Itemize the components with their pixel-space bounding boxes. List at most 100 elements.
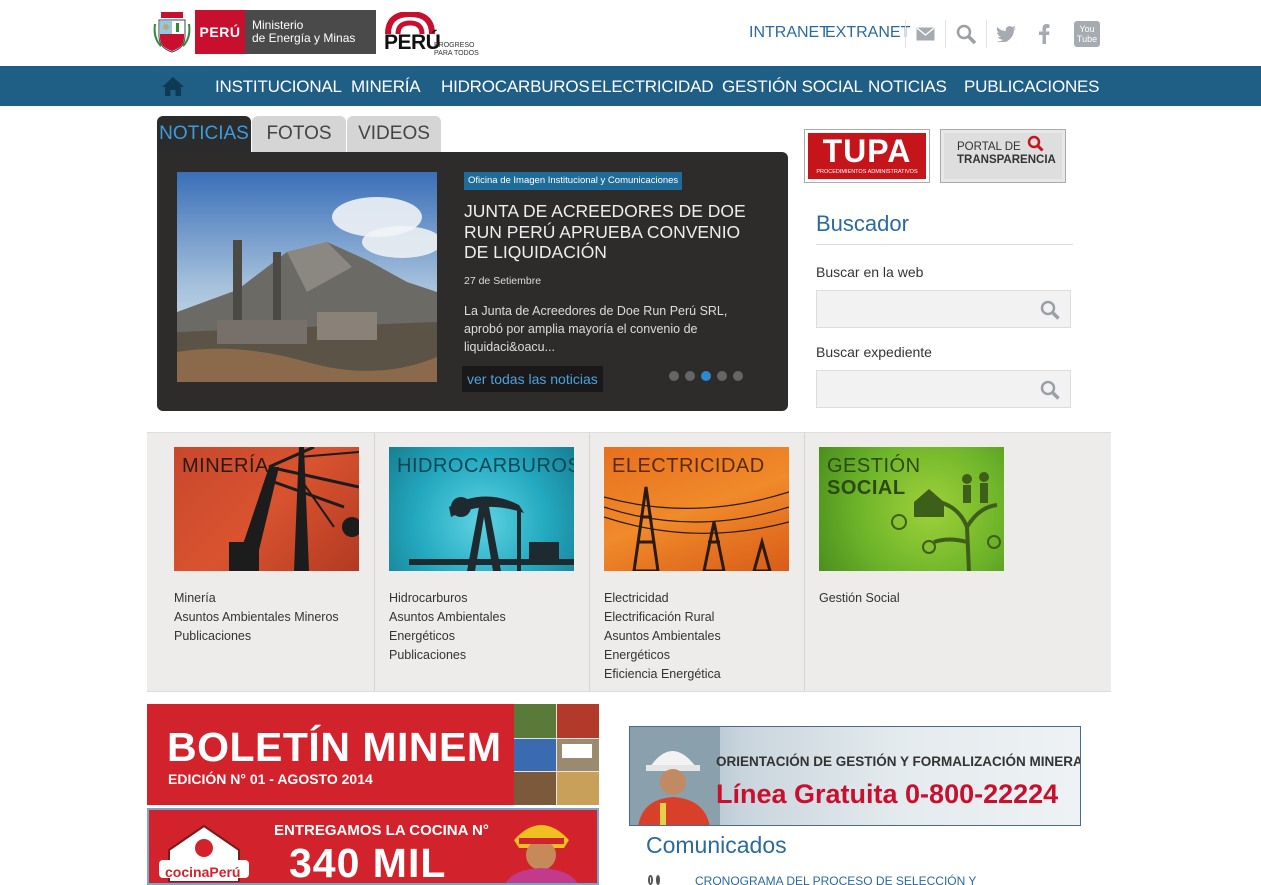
news-photo[interactable] xyxy=(177,172,437,382)
sector-categories: MINERÍA Minería Asuntos Ambientales Mine… xyxy=(147,432,1111,692)
gestion-social-category-image[interactable]: GESTIÓN SOCIAL xyxy=(819,447,1004,571)
mineria-links: Minería Asuntos Ambientales Mineros Publ… xyxy=(174,589,339,646)
cocina-peru-banner[interactable]: cocinaPerú ENTREGAMOS LA COCINA N° 340 M… xyxy=(147,808,599,885)
link-energeticos-electricidad[interactable]: Energéticos xyxy=(604,646,721,665)
news-description: La Junta de Acreedores de Doe Run Perú S… xyxy=(464,304,728,354)
mail-icon[interactable] xyxy=(913,22,937,46)
tupa-title: TUPA xyxy=(822,133,912,169)
peru-label: PERÚ xyxy=(199,24,241,40)
slider-dot[interactable] xyxy=(733,371,743,381)
slider-dots xyxy=(669,371,743,381)
site-header: PERÚ Ministerio de Energía y Minas PERÚ … xyxy=(0,0,1261,66)
nav-item-hidrocarburos[interactable]: HIDROCARBUROS xyxy=(441,77,590,97)
search-web-field[interactable] xyxy=(816,290,1071,328)
transparency-portal-banner[interactable]: PORTAL DE TRANSPARENCIA xyxy=(940,129,1066,183)
cocina-headline: ENTREGAMOS LA COCINA N° xyxy=(274,822,489,839)
home-icon[interactable] xyxy=(161,75,185,97)
search-web-input[interactable] xyxy=(817,291,1027,327)
slider-dot[interactable] xyxy=(717,371,727,381)
link-eficiencia-energetica[interactable]: Eficiencia Energética xyxy=(604,665,721,684)
link-publicaciones-mineria[interactable]: Publicaciones xyxy=(174,627,339,646)
nav-item-mineria[interactable]: MINERÍA xyxy=(351,77,421,97)
cocina-number: 340 MIL xyxy=(289,840,447,885)
link-mineria[interactable]: Minería xyxy=(174,589,339,608)
search-title-underline xyxy=(816,244,1073,245)
link-asuntos-ambientales-electricidad[interactable]: Asuntos Ambientales xyxy=(604,627,721,646)
electricidad-links: Electricidad Electrificación Rural Asunt… xyxy=(604,589,721,684)
link-publicaciones-hidrocarburos[interactable]: Publicaciones xyxy=(389,646,506,665)
linea-gratuita-banner[interactable]: ORIENTACIÓN DE GESTIÓN Y FORMALIZACIÓN M… xyxy=(629,726,1081,826)
nav-item-institucional[interactable]: INSTITUCIONAL xyxy=(215,77,342,97)
marca-name: PERÚ xyxy=(384,31,441,54)
main-nav: INSTITUCIONAL MINERÍA HIDROCARBUROS ELEC… xyxy=(0,66,1261,106)
mineria-category-image[interactable]: MINERÍA xyxy=(174,447,359,571)
nav-item-electricidad[interactable]: ELECTRICIDAD xyxy=(591,77,713,97)
tab-fotos[interactable]: FOTOS xyxy=(252,116,346,152)
boletin-minem-banner[interactable]: BOLETÍN MINEM EDICIÓN N° 01 - AGOSTO 201… xyxy=(147,704,599,805)
category-divider xyxy=(374,433,375,691)
boletin-title: BOLETÍN MINEM xyxy=(167,724,502,770)
slider-dot[interactable] xyxy=(669,371,679,381)
link-asuntos-ambientales-hidrocarburos[interactable]: Asuntos Ambientales xyxy=(389,608,506,627)
transparency-line2: TRANSPARENCIA xyxy=(957,154,1056,166)
search-file-button-icon[interactable] xyxy=(1040,380,1060,400)
category-divider xyxy=(804,433,805,691)
nav-item-publicaciones[interactable]: PUBLICACIONES xyxy=(964,77,1100,97)
news-title[interactable]: JUNTA DE ACREEDORES DE DOE RUN PERÚ APRU… xyxy=(464,201,764,263)
search-file-field[interactable] xyxy=(816,370,1071,408)
coat-of-arms-icon xyxy=(153,12,191,53)
magnifier-icon xyxy=(1027,135,1044,152)
hidrocarburos-category-image[interactable]: HIDROCARBUROS xyxy=(389,447,574,571)
comunicados-title: Comunicados xyxy=(646,832,787,858)
extranet-link[interactable]: EXTRANET xyxy=(825,24,910,42)
marca-tagline: PROGRESO PARA TODOS xyxy=(434,42,479,57)
tab-noticias[interactable]: NOTICIAS xyxy=(157,116,251,152)
slider-dot-active[interactable] xyxy=(701,371,711,381)
boletin-edition: EDICIÓN N° 01 - AGOSTO 2014 xyxy=(168,771,373,787)
tupa-subtitle: PROCEDIMIENTOS ADMINISTRATIVOS xyxy=(816,169,918,175)
search-file-label: Buscar expediente xyxy=(816,344,932,360)
search-box-title: Buscador xyxy=(816,211,909,236)
link-hidrocarburos[interactable]: Hidrocarburos xyxy=(389,589,506,608)
all-news-link[interactable]: ver todas las noticias xyxy=(462,366,603,392)
twitter-icon[interactable] xyxy=(994,22,1018,46)
ministry-line2: de Energía y Minas xyxy=(252,31,356,45)
hidrocarburos-links: Hidrocarburos Asuntos Ambientales Energé… xyxy=(389,589,506,665)
ministry-logo-block[interactable]: Ministerio de Energía y Minas xyxy=(245,10,376,54)
gestion-social-links: Gestión Social xyxy=(819,589,900,608)
header-divider xyxy=(905,20,906,48)
mineria-category-title: MINERÍA xyxy=(182,455,269,477)
header-divider xyxy=(986,20,987,48)
nav-item-gestion-social[interactable]: GESTIÓN SOCIAL xyxy=(722,77,863,97)
news-date: 27 de Setiembre xyxy=(464,275,542,287)
comunicado-bullet-icon xyxy=(648,875,660,885)
cocina-brand: cocinaPerú xyxy=(165,864,241,880)
comunicado-item-link[interactable]: CRONOGRAMA DEL PROCESO DE SELECCIÓN Y xyxy=(695,874,976,885)
nav-item-noticias[interactable]: NOTICIAS xyxy=(868,77,947,97)
search-icon[interactable] xyxy=(954,22,978,46)
header-divider xyxy=(945,20,946,48)
link-asuntos-ambientales-mineros[interactable]: Asuntos Ambientales Mineros xyxy=(174,608,339,627)
news-category-badge: Oficina de Imagen Institucional y Comuni… xyxy=(464,172,683,190)
electricidad-category-image[interactable]: ELECTRICIDAD xyxy=(604,447,789,571)
link-electricidad[interactable]: Electricidad xyxy=(604,589,721,608)
intranet-link[interactable]: INTRANET xyxy=(749,24,829,42)
search-web-label: Buscar en la web xyxy=(816,264,924,280)
tupa-banner[interactable]: TUPA PROCEDIMIENTOS ADMINISTRATIVOS xyxy=(804,129,930,183)
youtube-icon[interactable]: You Tube xyxy=(1074,21,1100,47)
electricidad-category-title: ELECTRICIDAD xyxy=(612,455,765,477)
link-electrificacion-rural[interactable]: Electrificación Rural xyxy=(604,608,721,627)
boletin-photo-collage xyxy=(514,704,599,805)
search-file-input[interactable] xyxy=(817,371,1027,407)
linea-phone: Línea Gratuita 0-800-22224 xyxy=(716,779,1059,809)
tab-videos[interactable]: VIDEOS xyxy=(347,116,441,152)
category-divider xyxy=(589,433,590,691)
slider-dot[interactable] xyxy=(685,371,695,381)
marca-peru-logo[interactable]: PERÚ PROGRESO PARA TODOS xyxy=(384,12,504,57)
link-gestion-social[interactable]: Gestión Social xyxy=(819,589,900,608)
facebook-icon[interactable] xyxy=(1032,22,1056,46)
news-slider: Oficina de Imagen Institucional y Comuni… xyxy=(157,152,788,411)
link-energeticos-hidrocarburos[interactable]: Energéticos xyxy=(389,627,506,646)
search-web-button-icon[interactable] xyxy=(1040,300,1060,320)
peru-logo-block[interactable]: PERÚ xyxy=(195,10,245,54)
